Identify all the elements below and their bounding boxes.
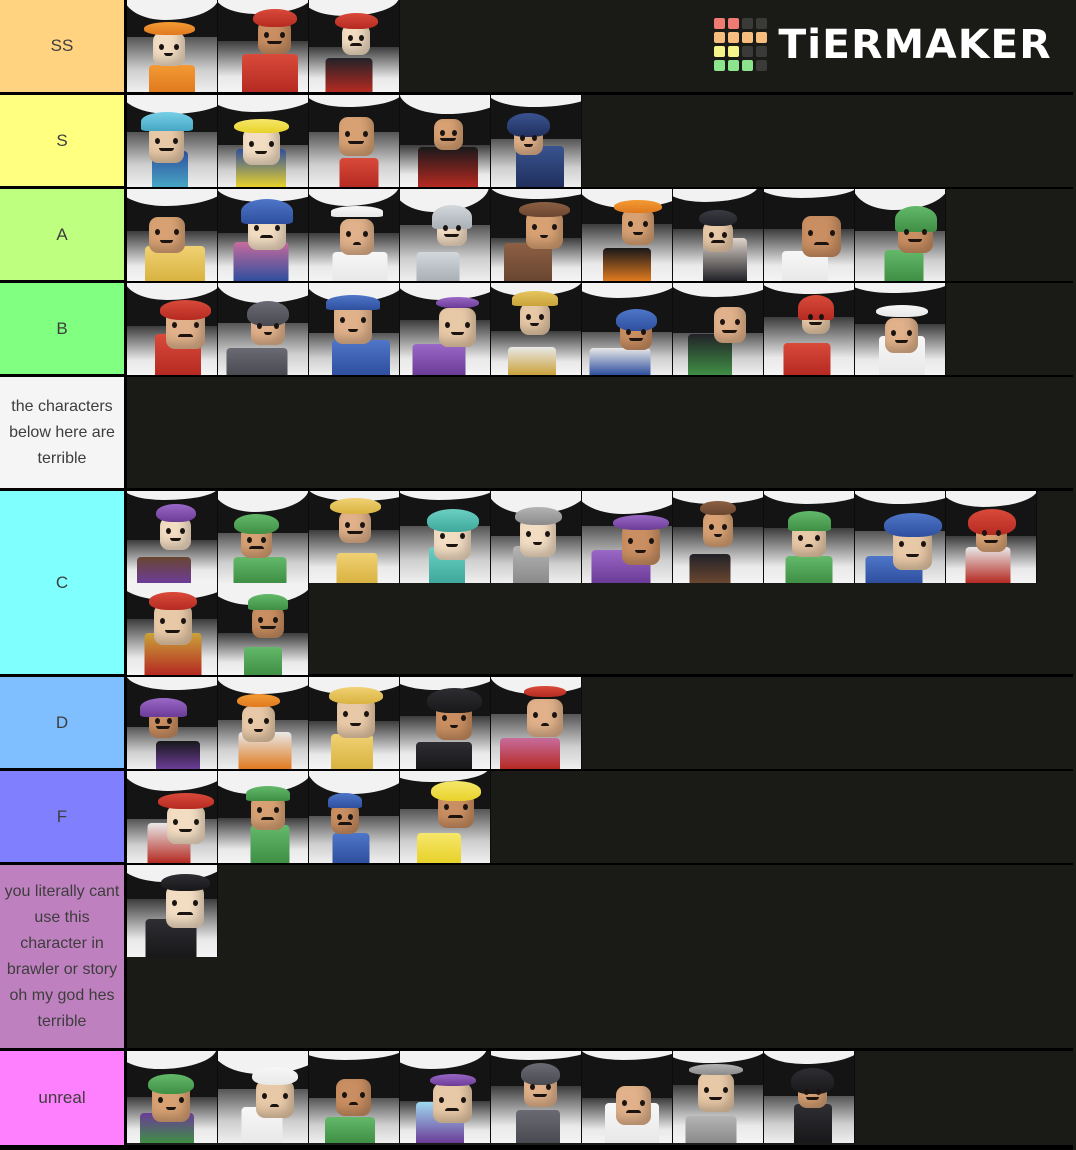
tier-item-orange-spiky-hair-white-shirt[interactable] — [218, 677, 309, 769]
tier-items-container[interactable] — [127, 0, 1073, 92]
tier-item-blonde-ponytail-frowner[interactable] — [127, 189, 218, 281]
tier-item-yellow-raincoat-one-eye[interactable] — [400, 771, 491, 863]
tier-item-blue-beanie-shocked[interactable] — [855, 491, 946, 583]
tier-item-shirtless-demon-antlers[interactable] — [491, 1051, 582, 1143]
tier-item-pale-dark-hair-sad-face[interactable] — [673, 189, 764, 281]
tier-item-white-skull-ghost[interactable] — [218, 1051, 309, 1143]
tier-item-blue-cap-blue-shirt[interactable] — [309, 771, 400, 863]
tier-items-container[interactable] — [127, 377, 1073, 488]
tier-item-green-mossy-sad-face[interactable] — [218, 491, 309, 583]
tier-item-white-faceless-suit[interactable] — [764, 189, 855, 281]
tier-items-container[interactable] — [127, 865, 1073, 1048]
tier-item-red-headband-fighter[interactable] — [127, 283, 218, 375]
tier-item-yellow-blue-masked-hero[interactable] — [218, 95, 309, 187]
tier-label[interactable]: B — [0, 283, 127, 374]
tier-items-container[interactable] — [127, 491, 1073, 675]
tier-item-blonde-long-fringe[interactable] — [309, 491, 400, 583]
tier-item-grey-stone-creature[interactable] — [673, 1051, 764, 1143]
tier-item-purple-hair-green-shirt[interactable] — [127, 1051, 218, 1143]
tier-label[interactable]: F — [0, 771, 127, 862]
tier-item-red-hat-plain-face[interactable] — [764, 283, 855, 375]
tier-item-white-skull-mask-fedora[interactable] — [855, 283, 946, 375]
tier-item-purple-hair-round-glasses[interactable] — [400, 283, 491, 375]
tier-item-black-hair-orange-shirt[interactable] — [582, 189, 673, 281]
tier-row[interactable]: B — [0, 283, 1073, 377]
tier-item-top-hat-goggles-blue-coat[interactable] — [309, 283, 400, 375]
tier-item-green-cone-hat-smiler[interactable] — [855, 189, 946, 281]
tier-item-fedora-visor-suit-robot[interactable] — [218, 283, 309, 375]
tier-label[interactable]: unreal — [0, 1051, 127, 1145]
tier-item-green-eyed-dark-hood[interactable] — [673, 283, 764, 375]
tier-item-black-suit-trio-grass[interactable] — [764, 1051, 855, 1143]
tier-items-container[interactable] — [127, 771, 1073, 863]
tier-item-silver-pot-helmet-halo[interactable] — [400, 189, 491, 281]
tier-row[interactable]: unreal — [0, 1051, 1073, 1145]
tier-item-golden-mask-white-hood[interactable] — [491, 283, 582, 375]
tier-label[interactable]: the characters below here are terrible — [0, 377, 127, 488]
tier-row[interactable]: A — [0, 189, 1073, 283]
tier-item-dark-red-hair-pink-face[interactable] — [491, 677, 582, 769]
tier-item-red-hat-headphone-girl[interactable] — [309, 95, 400, 187]
tier-item-blue-white-hair-dual[interactable] — [582, 283, 673, 375]
tier-item-navy-spiky-hair-smiler[interactable] — [491, 95, 582, 187]
tier-row[interactable]: F — [0, 771, 1073, 865]
tier-item-purple-void-black-hood[interactable] — [127, 677, 218, 769]
tier-item-red-hair-black-suit-man[interactable] — [400, 95, 491, 187]
tier-item-white-armored-knight[interactable] — [946, 491, 1037, 583]
tier-item-pink-blue-tulip-helmet[interactable] — [218, 189, 309, 281]
tier-list-board: TiERMAKER SS S A Bthe characters below here… — [0, 0, 1076, 1150]
tier-row[interactable]: S — [0, 95, 1073, 189]
tier-item-blue-cyan-hooded-figure[interactable] — [127, 95, 218, 187]
tier-item-black-hair-spiked-collar-vampire[interactable] — [127, 865, 218, 957]
tier-row[interactable]: the characters below here are terrible — [0, 377, 1073, 491]
tier-item-brown-long-hair-noble[interactable] — [491, 189, 582, 281]
tier-item-brown-hair-purple-shirt-smiler[interactable] — [127, 491, 218, 583]
tier-item-dark-red-hair-blade-wielder[interactable] — [309, 0, 400, 92]
tier-item-red-scarf-visor-swordsman[interactable] — [218, 0, 309, 92]
tier-item-green-heart-eye-helmet-legs[interactable] — [218, 771, 309, 863]
tier-label[interactable]: D — [0, 677, 127, 768]
tier-items-container[interactable] — [127, 677, 1073, 769]
tier-items-container[interactable] — [127, 283, 1073, 375]
tier-item-green-heart-eye-helmet[interactable] — [218, 583, 309, 675]
tier-item-crystal-diamond-purple[interactable] — [400, 1051, 491, 1143]
tier-item-red-hair-gold-crown-vampire[interactable] — [127, 583, 218, 675]
tier-items-container[interactable] — [127, 95, 1073, 187]
tier-item-green-glow-hooded[interactable] — [764, 491, 855, 583]
tier-label[interactable]: S — [0, 95, 127, 186]
tier-items-container[interactable] — [127, 189, 1073, 281]
tier-label[interactable]: you literally cant use this character in… — [0, 865, 127, 1048]
tier-item-teal-hair-flower-crown[interactable] — [400, 491, 491, 583]
tier-item-grey-metal-head-robot[interactable] — [491, 491, 582, 583]
tier-item-orange-bandana-masked-fighter[interactable] — [127, 0, 218, 92]
tier-label[interactable]: C — [0, 491, 127, 674]
tier-label[interactable]: A — [0, 189, 127, 280]
tier-row[interactable]: D — [0, 677, 1073, 771]
tier-row[interactable]: you literally cant use this character in… — [0, 865, 1073, 1051]
tier-item-white-hair-white-suit[interactable] — [582, 1051, 673, 1143]
tier-item-dark-brown-tall-figure[interactable] — [673, 491, 764, 583]
tier-row[interactable]: C — [0, 491, 1073, 677]
tier-row[interactable]: SS — [0, 0, 1073, 95]
tier-item-white-captain-hat-eyepatch[interactable] — [309, 189, 400, 281]
tier-item-purple-mohawk-fanged[interactable] — [582, 491, 673, 583]
tier-item-black-hair-emo-mask[interactable] — [400, 677, 491, 769]
tier-item-red-hair-eyepatch-white-face[interactable] — [127, 771, 218, 863]
tier-label[interactable]: SS — [0, 0, 127, 92]
tier-item-blonde-hair-open-mouth[interactable] — [309, 677, 400, 769]
tier-items-container[interactable] — [127, 1051, 1073, 1145]
tier-item-green-blob-head[interactable] — [309, 1051, 400, 1143]
